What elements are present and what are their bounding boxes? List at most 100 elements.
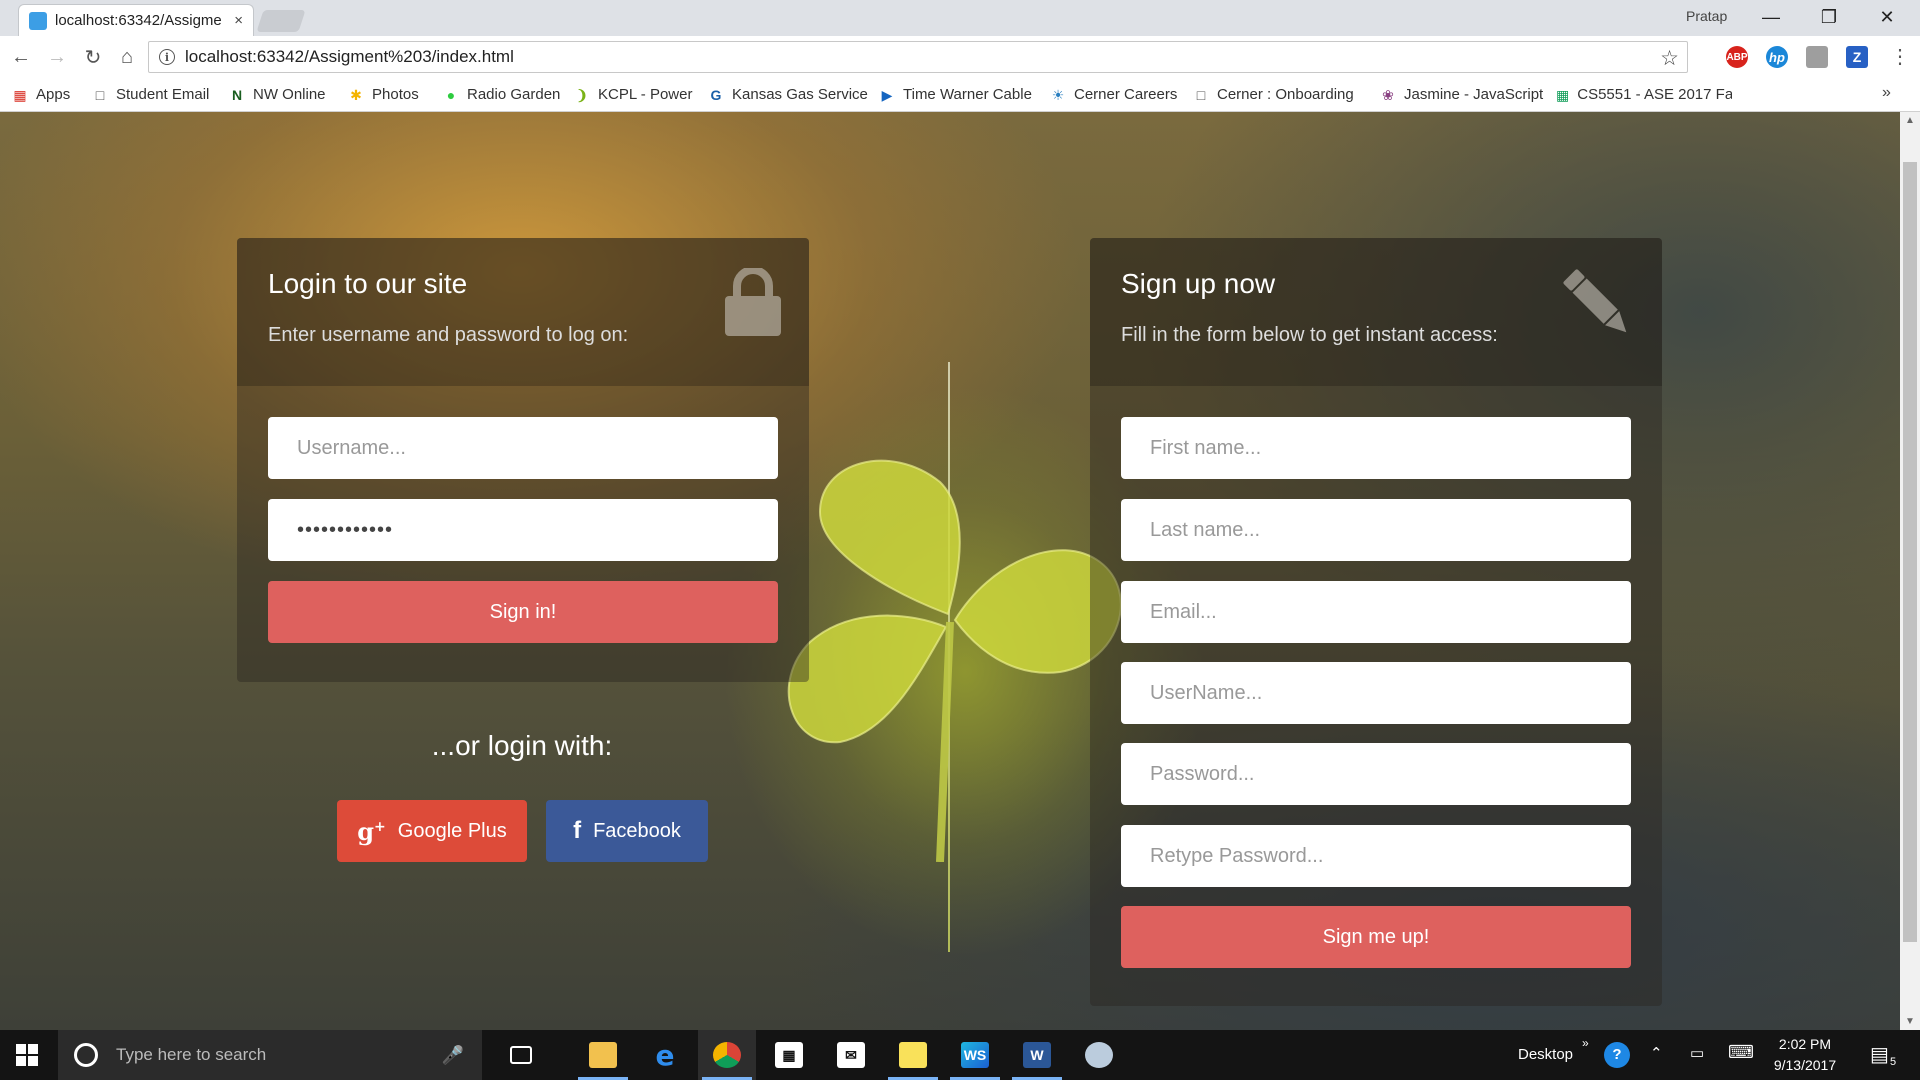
battery-icon[interactable]: ▭ [1690, 1044, 1704, 1062]
tray-expand-icon[interactable]: ⌃ [1650, 1044, 1663, 1062]
login-title: Login to our site [268, 268, 468, 299]
back-icon[interactable]: ← [8, 44, 34, 70]
taskbar-clock[interactable]: 2:02 PM 9/13/2017 [1760, 1034, 1850, 1076]
windows-taskbar: Type here to search 🎤 e ▦ ✉ WS W Desktop… [0, 1030, 1920, 1080]
minimize-icon[interactable]: — [1742, 2, 1800, 32]
signup-description: Fill in the form below to get instant ac… [1121, 324, 1498, 346]
action-center-icon[interactable]: ▤ [1870, 1042, 1889, 1067]
profile-name[interactable]: Pratap [1686, 8, 1727, 24]
sign-up-button[interactable]: Sign me up! [1121, 906, 1631, 968]
scroll-up-icon[interactable]: ▲ [1900, 115, 1920, 126]
bookmark-apps[interactable]: ▦ Apps [12, 86, 70, 103]
extension-icon[interactable] [1806, 46, 1828, 68]
toolbar-overflow-icon[interactable]: » [1582, 1036, 1589, 1050]
photos-icon: ✱ [350, 86, 362, 103]
browser-toolbar: ← → ↻ ⌂ i localhost:63342/Assigment%203/… [0, 36, 1920, 78]
bookmark-kansas-gas[interactable]: G Kansas Gas Service [708, 86, 868, 103]
sticky-notes-icon[interactable] [884, 1030, 942, 1080]
signup-form: Sign up now Fill in the form below to ge… [1090, 238, 1662, 1006]
sign-in-button[interactable]: Sign in! [268, 581, 778, 643]
login-form-header: Login to our site Enter username and pas… [237, 238, 809, 386]
email-input[interactable] [1121, 581, 1631, 643]
facebook-icon: f [573, 817, 582, 844]
signup-username-input[interactable] [1121, 662, 1631, 724]
address-url[interactable]: localhost:63342/Assigment%203/index.html [185, 47, 514, 67]
home-icon[interactable]: ⌂ [114, 44, 140, 70]
new-tab-button[interactable] [256, 10, 306, 32]
apps-grid-icon: ▦ [13, 86, 27, 103]
browser-tab-bar: localhost:63342/Assigme × Pratap — ❐ ✕ [0, 0, 1920, 36]
radio-garden-icon: ● [446, 86, 456, 103]
forward-icon[interactable]: → [44, 44, 70, 70]
bookmark-jasmine[interactable]: ❀ Jasmine - JavaScript [1380, 86, 1543, 103]
page-icon: □ [1196, 86, 1206, 103]
webstorm-icon[interactable]: WS [946, 1030, 1004, 1080]
bookmark-time-warner[interactable]: ▶ Time Warner Cable [879, 86, 1032, 103]
bookmark-cs5551[interactable]: ▦ CS5551 - ASE 2017 Fa [1556, 86, 1732, 103]
jasmine-icon: ❀ [1382, 86, 1394, 103]
bookmark-kcpl-power[interactable]: ❩ KCPL - Power [574, 86, 692, 103]
notification-count: 5 [1890, 1056, 1897, 1068]
browser-tab[interactable]: localhost:63342/Assigme × [18, 4, 254, 36]
site-info-icon[interactable]: i [159, 49, 175, 65]
bookmark-photos[interactable]: ✱ Photos [348, 86, 419, 103]
task-view-icon[interactable] [492, 1030, 550, 1080]
store-icon[interactable]: ▦ [760, 1030, 818, 1080]
close-window-icon[interactable]: ✕ [1858, 2, 1916, 32]
webstorm-favicon-icon [29, 11, 47, 30]
bookmark-radio-garden[interactable]: ● Radio Garden [443, 86, 561, 103]
scroll-thumb[interactable] [1903, 162, 1917, 942]
twc-icon: ▶ [881, 86, 893, 103]
last-name-input[interactable] [1121, 499, 1631, 561]
pencil-icon [1563, 269, 1627, 333]
tab-close-icon[interactable]: × [234, 12, 243, 29]
help-icon[interactable]: ? [1604, 1042, 1630, 1068]
address-bar[interactable]: i localhost:63342/Assigment%203/index.ht… [148, 41, 1688, 73]
reload-icon[interactable]: ↻ [80, 44, 106, 70]
chrome-icon[interactable] [698, 1030, 756, 1080]
cortana-icon[interactable] [74, 1043, 98, 1067]
zotero-icon[interactable]: Z [1846, 46, 1868, 68]
hp-icon[interactable]: hp [1766, 46, 1788, 68]
restore-icon[interactable]: ❐ [1800, 2, 1858, 32]
edge-icon[interactable]: e [636, 1030, 694, 1080]
paint-icon[interactable] [1070, 1030, 1128, 1080]
keyboard-icon[interactable]: ⌨ [1728, 1042, 1754, 1063]
bookmark-cerner-careers[interactable]: ☀ Cerner Careers [1050, 86, 1178, 103]
bookmarks-overflow-icon[interactable]: » [1882, 84, 1891, 102]
bookmark-cerner-onboarding[interactable]: □ Cerner : Onboarding [1193, 86, 1354, 103]
login-description: Enter username and password to log on: [268, 324, 629, 346]
windows-start-icon[interactable] [16, 1044, 38, 1066]
signup-password-input[interactable] [1121, 743, 1631, 805]
bookmark-star-icon[interactable]: ☆ [1660, 46, 1679, 71]
nw-icon: N [231, 86, 243, 103]
word-icon[interactable]: W [1008, 1030, 1066, 1080]
bookmarks-bar: ▦ Apps □ Student Email N NW Online ✱ Photos … [0, 78, 1920, 112]
desktop-toolbar-label[interactable]: Desktop [1518, 1046, 1573, 1063]
facebook-label: Facebook [593, 819, 681, 842]
browser-menu-icon[interactable]: ⋮ [1890, 44, 1910, 69]
first-name-input[interactable] [1121, 417, 1631, 479]
adblock-plus-icon[interactable]: ABP [1726, 46, 1748, 68]
clock-time: 2:02 PM [1778, 1036, 1832, 1052]
scroll-down-icon[interactable]: ▼ [1900, 1016, 1920, 1027]
bookmark-nw-online[interactable]: N NW Online [229, 86, 326, 103]
facebook-button[interactable]: f Facebook [546, 800, 708, 862]
mail-icon[interactable]: ✉ [822, 1030, 880, 1080]
page-scrollbar[interactable]: ▲ ▼ [1900, 112, 1920, 1030]
username-input[interactable] [268, 417, 778, 479]
microphone-icon[interactable]: 🎤 [442, 1045, 464, 1066]
social-login-title: ...or login with: [431, 730, 613, 761]
taskbar-search-text[interactable]: Type here to search [116, 1045, 442, 1065]
signup-form-header: Sign up now Fill in the form below to ge… [1090, 238, 1662, 386]
file-explorer-icon[interactable] [574, 1030, 632, 1080]
clock-date: 9/13/2017 [1773, 1057, 1837, 1073]
bookmark-student-email[interactable]: □ Student Email [92, 86, 210, 103]
lock-icon [725, 268, 781, 336]
taskbar-search[interactable]: Type here to search 🎤 [58, 1030, 482, 1080]
password-input[interactable] [268, 499, 778, 561]
retype-password-input[interactable] [1121, 825, 1631, 887]
signup-title: Sign up now [1121, 268, 1276, 299]
google-plus-button[interactable]: g+ Google Plus [337, 800, 527, 862]
login-form: Login to our site Enter username and pas… [237, 238, 809, 682]
